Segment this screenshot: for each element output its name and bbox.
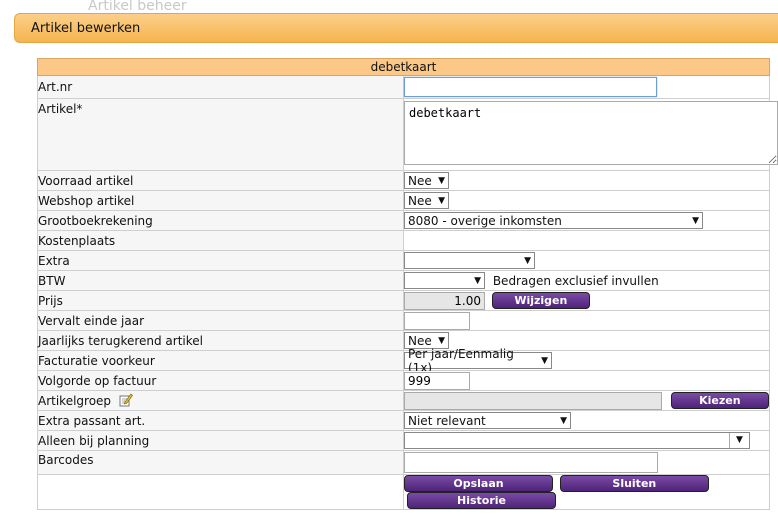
historie-button[interactable]: Historie (407, 492, 556, 509)
prijs-cell: Wijzigen (403, 290, 770, 311)
planning-label: Alleen bij planning (37, 430, 404, 451)
vervalt-input[interactable] (404, 311, 470, 330)
kostenplaats-label: Kostenplaats (37, 230, 404, 251)
row-artikelgroep: Artikelgroep Kiezen (37, 390, 770, 411)
kostenplaats-cell (403, 230, 770, 251)
jaarlijks-value: Nee (408, 333, 432, 348)
artikel-cell: debetkaart (403, 98, 778, 171)
sluiten-button[interactable]: Sluiten (559, 475, 709, 492)
voorraad-label: Voorraad artikel (37, 170, 404, 191)
panel-header: Artikel bewerken (14, 13, 778, 43)
passant-label: Extra passant art. (37, 410, 404, 431)
chevron-down-icon: ▼ (438, 175, 445, 186)
chevron-down-icon: ▼ (560, 415, 567, 426)
webshop-select[interactable]: Nee ▼ (404, 192, 449, 209)
row-barcodes: Barcodes (37, 450, 770, 475)
passant-cell: Niet relevant ▼ (403, 410, 770, 431)
chevron-down-icon: ▼ (474, 275, 481, 286)
panel-title: Artikel bewerken (31, 21, 141, 36)
volgorde-cell (403, 370, 770, 391)
row-voorraad: Voorraad artikel Nee ▼ (37, 170, 770, 191)
voorraad-cell: Nee ▼ (403, 170, 770, 191)
webshop-cell: Nee ▼ (403, 190, 770, 211)
prijs-label: Prijs (37, 290, 404, 311)
row-prijs: Prijs Wijzigen (37, 290, 770, 311)
vervalt-cell (403, 310, 770, 331)
row-artnr: Art.nr (37, 75, 770, 99)
row-artikel: Artikel* debetkaart (37, 98, 778, 171)
article-form: debetkaart Art.nr Artikel* debetkaart Vo… (37, 58, 778, 510)
facturatie-select[interactable]: Per jaar/Eenmalig (1x) ▼ (404, 347, 552, 375)
background-page-title: Artikel beheer (88, 0, 187, 14)
chevron-down-icon[interactable]: ▼ (729, 433, 749, 448)
artikelgroep-input (404, 391, 662, 410)
artikel-textarea[interactable]: debetkaart (404, 101, 778, 165)
row-passant: Extra passant art. Niet relevant ▼ (37, 410, 770, 431)
extra-cell: ▼ (403, 250, 770, 271)
artnr-cell (403, 75, 770, 99)
btw-label: BTW (37, 270, 404, 291)
artnr-label: Art.nr (37, 75, 404, 99)
extra-label: Extra (37, 250, 404, 271)
extra-select[interactable]: ▼ (404, 252, 535, 269)
voorraad-value: Nee (408, 173, 432, 188)
grootboek-value: 8080 - overige inkomsten (408, 213, 562, 228)
chevron-down-icon: ▼ (524, 255, 531, 266)
grootboek-cell: 8080 - overige inkomsten ▼ (403, 210, 770, 231)
chevron-down-icon: ▼ (541, 355, 548, 366)
row-volgorde: Volgorde op factuur (37, 370, 770, 391)
kiezen-button[interactable]: Kiezen (670, 392, 769, 409)
row-extra: Extra ▼ (37, 250, 770, 271)
jaarlijks-label: Jaarlijks terugkerend artikel (37, 330, 404, 351)
barcodes-cell (403, 450, 770, 475)
volgorde-input[interactable] (404, 371, 470, 390)
actions-cell: Opslaan Sluiten Historie (403, 474, 770, 510)
voorraad-select[interactable]: Nee ▼ (404, 172, 449, 189)
chevron-down-icon: ▼ (438, 195, 445, 206)
passant-value: Niet relevant (408, 413, 486, 428)
row-jaarlijks: Jaarlijks terugkerend artikel Nee ▼ (37, 330, 770, 351)
artikelgroep-label-cell: Artikelgroep (37, 390, 404, 411)
row-facturatie: Facturatie voorkeur Per jaar/Eenmalig (1… (37, 347, 770, 375)
btw-cell: ▼ Bedragen exclusief invullen (403, 270, 770, 291)
facturatie-label: Facturatie voorkeur (37, 350, 404, 371)
grootboek-label: Grootboekrekening (37, 210, 404, 231)
btw-select[interactable]: ▼ (404, 272, 485, 289)
panel-body: debetkaart Art.nr Artikel* debetkaart Vo… (14, 43, 778, 531)
planning-cell: ▼ (403, 430, 770, 451)
facturatie-cell: Per jaar/Eenmalig (1x) ▼ (403, 347, 770, 375)
row-grootboek: Grootboekrekening 8080 - overige inkomst… (37, 210, 770, 231)
row-btw: BTW ▼ Bedragen exclusief invullen (37, 270, 770, 291)
wijzigen-button[interactable]: Wijzigen (491, 292, 590, 309)
form-caption-row: debetkaart (37, 58, 770, 76)
opslaan-button[interactable]: Opslaan (404, 475, 553, 492)
row-planning: Alleen bij planning ▼ (37, 430, 770, 451)
edit-pencil-icon[interactable] (119, 393, 133, 407)
artnr-input[interactable] (404, 77, 657, 97)
webshop-value: Nee (408, 193, 432, 208)
artikel-label: Artikel* (37, 98, 404, 171)
chevron-down-icon: ▼ (438, 335, 445, 346)
actions-spacer (37, 474, 404, 510)
row-actions: Opslaan Sluiten Historie (37, 474, 770, 510)
row-webshop: Webshop artikel Nee ▼ (37, 190, 770, 211)
prijs-input (404, 291, 485, 310)
artikelgroep-label: Artikelgroep (38, 394, 112, 408)
row-kostenplaats: Kostenplaats (37, 230, 770, 251)
row-vervalt: Vervalt einde jaar (37, 310, 770, 331)
webshop-label: Webshop artikel (37, 190, 404, 211)
barcodes-input[interactable] (404, 452, 658, 473)
passant-select[interactable]: Niet relevant ▼ (404, 412, 571, 429)
form-caption: debetkaart (37, 58, 770, 76)
grootboek-select[interactable]: 8080 - overige inkomsten ▼ (404, 212, 703, 229)
vervalt-label: Vervalt einde jaar (37, 310, 404, 331)
chevron-down-icon: ▼ (692, 215, 699, 226)
planning-select[interactable]: ▼ (404, 432, 750, 449)
volgorde-label: Volgorde op factuur (37, 370, 404, 391)
btw-note: Bedragen exclusief invullen (492, 273, 659, 288)
artikelgroep-cell: Kiezen (403, 390, 770, 411)
barcodes-label: Barcodes (37, 450, 404, 475)
